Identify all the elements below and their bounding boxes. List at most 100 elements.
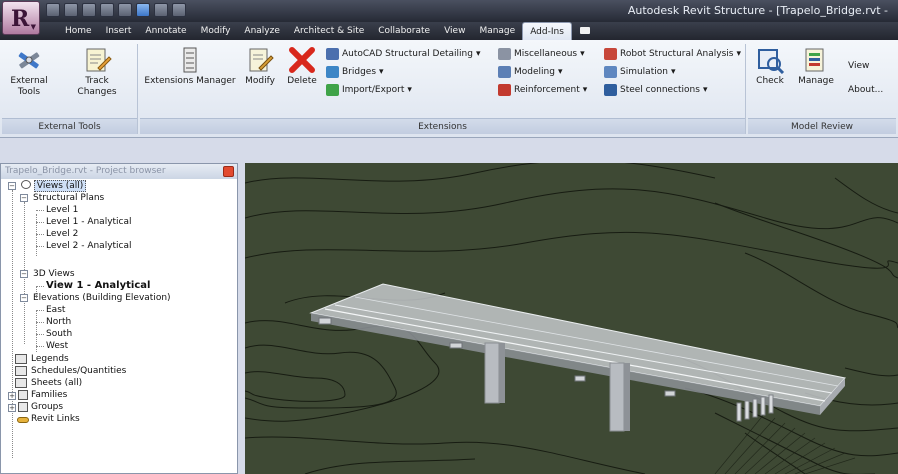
close-icon[interactable] bbox=[223, 166, 234, 177]
revit-logo-icon: R bbox=[11, 6, 30, 32]
ribbon-tab-bar: Home Insert Annotate Modify Analyze Arch… bbox=[0, 22, 898, 40]
chevron-down-icon: ▾ bbox=[557, 67, 563, 77]
tab-home[interactable]: Home bbox=[58, 22, 99, 40]
tree-item-legends[interactable]: Legends bbox=[31, 353, 69, 365]
tree-expander[interactable]: − bbox=[8, 182, 16, 190]
sync-icon[interactable] bbox=[82, 3, 96, 17]
tree-item-families[interactable]: Families bbox=[31, 389, 67, 401]
tab-manage[interactable]: Manage bbox=[472, 22, 522, 40]
tree-item-west[interactable]: West bbox=[46, 340, 68, 352]
extensions-manager-label: Extensions Manager bbox=[144, 76, 236, 86]
chevron-down-icon: ▾ bbox=[379, 67, 384, 77]
extensions-manager-icon bbox=[175, 46, 205, 74]
tree-item-sheets[interactable]: Sheets (all) bbox=[31, 377, 82, 389]
tab-modify[interactable]: Modify bbox=[194, 22, 238, 40]
external-tools-panel: External Tools Track Changes External To… bbox=[2, 44, 138, 134]
extensions-manager-button[interactable]: Extensions Manager bbox=[144, 46, 236, 87]
tab-annotate[interactable]: Annotate bbox=[138, 22, 193, 40]
tools-icon bbox=[14, 46, 44, 74]
tree-expander[interactable]: − bbox=[20, 294, 28, 302]
tree-item-south[interactable]: South bbox=[46, 328, 72, 340]
reinforcement-label: Reinforcement bbox=[514, 85, 580, 95]
tree-item-structural-plans[interactable]: Structural Plans bbox=[33, 192, 104, 204]
modify-label: Modify bbox=[245, 76, 275, 86]
chevron-down-icon: ▾ bbox=[580, 49, 585, 59]
tab-view[interactable]: View bbox=[437, 22, 472, 40]
track-changes-button[interactable]: Track Changes bbox=[72, 46, 122, 98]
application-menu-button[interactable]: R ▼ bbox=[2, 1, 40, 35]
robot-structural-analysis-button[interactable]: Robot Structural Analysis ▾ bbox=[604, 47, 741, 61]
simulation-button[interactable]: Simulation ▾ bbox=[604, 65, 675, 79]
views-icon bbox=[21, 180, 31, 189]
tree-expander[interactable]: + bbox=[8, 404, 16, 412]
window-title: Autodesk Revit Structure - [Trapelo_Brid… bbox=[627, 4, 888, 17]
modeling-button[interactable]: Modeling ▾ bbox=[498, 65, 562, 79]
track-changes-label: Track Changes bbox=[77, 76, 117, 97]
tree-item-level-2-analytical[interactable]: Level 2 - Analytical bbox=[46, 240, 132, 252]
chevron-down-icon: ▾ bbox=[582, 85, 588, 95]
bridges-icon bbox=[326, 66, 339, 78]
tree-item-revit-links[interactable]: Revit Links bbox=[31, 413, 80, 425]
simulation-label: Simulation bbox=[620, 67, 668, 77]
tree-item-schedules[interactable]: Schedules/Quantities bbox=[31, 365, 126, 377]
chevron-down-icon: ▼ bbox=[30, 23, 36, 31]
steel-connections-button[interactable]: Steel connections ▾ bbox=[604, 83, 708, 97]
check-icon bbox=[755, 46, 785, 75]
tree-item-elevations[interactable]: Elevations (Building Elevation) bbox=[33, 292, 171, 304]
import-export-button[interactable]: Import/Export ▾ bbox=[326, 83, 412, 97]
bridge-3d-model bbox=[245, 163, 898, 474]
tree-item-groups[interactable]: Groups bbox=[31, 401, 63, 413]
project-browser: Trapelo_Bridge.rvt - Project browser − V… bbox=[0, 163, 238, 474]
miscellaneous-button[interactable]: Miscellaneous ▾ bbox=[498, 47, 585, 61]
robot-label: Robot Structural Analysis bbox=[620, 49, 734, 59]
save-icon[interactable] bbox=[64, 3, 78, 17]
tree-item-level-2[interactable]: Level 2 bbox=[46, 228, 78, 240]
tree-item-north[interactable]: North bbox=[46, 316, 71, 328]
autocad-structural-detailing-button[interactable]: AutoCAD Structural Detailing ▾ bbox=[326, 47, 481, 61]
qat-dropdown-icon[interactable] bbox=[172, 3, 186, 17]
tab-add-ins[interactable]: Add-Ins bbox=[522, 22, 572, 40]
schedules-icon bbox=[15, 366, 27, 376]
tree-expander[interactable]: − bbox=[20, 194, 28, 202]
tab-insert[interactable]: Insert bbox=[99, 22, 139, 40]
miscellaneous-icon bbox=[498, 48, 511, 60]
model-review-panel: Check Manage View About... Model Review bbox=[748, 44, 896, 134]
tree-expander[interactable]: − bbox=[20, 270, 28, 278]
redo-icon[interactable] bbox=[118, 3, 132, 17]
sheets-icon bbox=[15, 378, 27, 388]
tree-item-3d-views[interactable]: 3D Views bbox=[33, 268, 75, 280]
project-tree: − Views (all) − Structural Plans Level 1… bbox=[1, 180, 237, 473]
delete-button[interactable]: Delete bbox=[282, 46, 322, 87]
simulation-icon bbox=[604, 66, 617, 78]
tab-analyze[interactable]: Analyze bbox=[237, 22, 286, 40]
import-export-label: Import/Export bbox=[342, 85, 405, 95]
tree-expander[interactable]: + bbox=[8, 392, 16, 400]
title-bar: Autodesk Revit Structure - [Trapelo_Brid… bbox=[0, 0, 898, 22]
measure-icon[interactable] bbox=[154, 3, 168, 17]
steel-connections-icon bbox=[604, 84, 617, 96]
ribbon-minimize-icon[interactable] bbox=[572, 22, 598, 40]
select-cursor-icon[interactable] bbox=[136, 3, 150, 17]
manage-button[interactable]: Manage bbox=[794, 46, 838, 87]
modify-button[interactable]: Modify bbox=[240, 46, 280, 87]
tree-item-view-1-analytical[interactable]: View 1 - Analytical bbox=[46, 280, 150, 292]
3d-viewport[interactable] bbox=[245, 163, 898, 474]
bridges-button[interactable]: Bridges ▾ bbox=[326, 65, 384, 79]
undo-icon[interactable] bbox=[100, 3, 114, 17]
tree-item-east[interactable]: East bbox=[46, 304, 65, 316]
tree-item-level-1-analytical[interactable]: Level 1 - Analytical bbox=[46, 216, 132, 228]
tree-item-level-1[interactable]: Level 1 bbox=[46, 204, 78, 216]
track-changes-icon bbox=[82, 46, 112, 74]
view-about-button[interactable]: View About... bbox=[848, 54, 883, 102]
open-icon[interactable] bbox=[46, 3, 60, 17]
modeling-icon bbox=[498, 66, 511, 78]
chevron-down-icon: ▾ bbox=[702, 85, 708, 95]
tab-collaborate[interactable]: Collaborate bbox=[371, 22, 437, 40]
reinforcement-button[interactable]: Reinforcement ▾ bbox=[498, 83, 587, 97]
import-export-icon bbox=[326, 84, 339, 96]
tab-architect-site[interactable]: Architect & Site bbox=[287, 22, 371, 40]
external-tools-button[interactable]: External Tools bbox=[4, 46, 54, 98]
check-button[interactable]: Check bbox=[750, 46, 790, 87]
tree-item-views-all[interactable]: Views (all) bbox=[21, 180, 87, 192]
chevron-down-icon: ▾ bbox=[475, 49, 481, 59]
